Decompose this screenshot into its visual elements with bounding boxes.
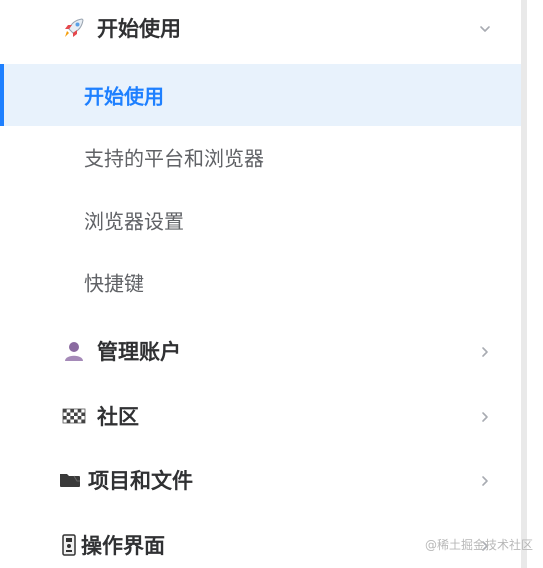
folder-icon bbox=[58, 468, 82, 492]
active-indicator bbox=[0, 64, 4, 126]
right-margin bbox=[527, 0, 543, 568]
nav-item-label: 快捷键 bbox=[84, 271, 144, 296]
nav-group-label: 管理账户 bbox=[97, 340, 181, 364]
nav-item-label: 开始使用 bbox=[84, 84, 164, 109]
nav-group-label: 项目和文件 bbox=[88, 469, 193, 493]
nav-item-shortcuts[interactable]: 快捷键 bbox=[0, 251, 521, 313]
user-icon bbox=[62, 339, 86, 363]
nav-item-browser-settings[interactable]: 浏览器设置 bbox=[0, 189, 521, 251]
chevron-right-icon bbox=[478, 473, 492, 487]
nav-item-label: 浏览器设置 bbox=[84, 209, 184, 234]
watermark: @稀土掘金技术社区 bbox=[425, 538, 534, 552]
nav-group-getting-started[interactable]: 开始使用 bbox=[0, 0, 521, 56]
nav-group-label: 社区 bbox=[97, 405, 139, 429]
nav-group-manage-account[interactable]: 管理账户 bbox=[0, 323, 521, 379]
page: 开始使用 开始使用 支持的平台和浏览器 浏览器设置 快捷键 管理账户 社区 项目… bbox=[0, 0, 543, 568]
chevron-right-icon bbox=[478, 344, 492, 358]
nav-group-label: 操作界面 bbox=[81, 534, 165, 558]
sidebar-nav: 开始使用 开始使用 支持的平台和浏览器 浏览器设置 快捷键 管理账户 社区 项目… bbox=[0, 0, 521, 568]
control-panel-icon bbox=[57, 533, 81, 557]
rocket-icon bbox=[62, 16, 86, 40]
nav-group-label: 开始使用 bbox=[97, 17, 181, 41]
nav-group-community[interactable]: 社区 bbox=[0, 388, 521, 444]
nav-group-projects-files[interactable]: 项目和文件 bbox=[0, 452, 521, 508]
nav-item-supported-platforms[interactable]: 支持的平台和浏览器 bbox=[0, 126, 521, 188]
chevron-down-icon bbox=[478, 21, 492, 35]
chevron-right-icon bbox=[478, 409, 492, 423]
nav-item-getting-started[interactable]: 开始使用 bbox=[0, 64, 521, 126]
checkered-flag-icon bbox=[62, 404, 86, 428]
nav-item-label: 支持的平台和浏览器 bbox=[84, 146, 264, 171]
